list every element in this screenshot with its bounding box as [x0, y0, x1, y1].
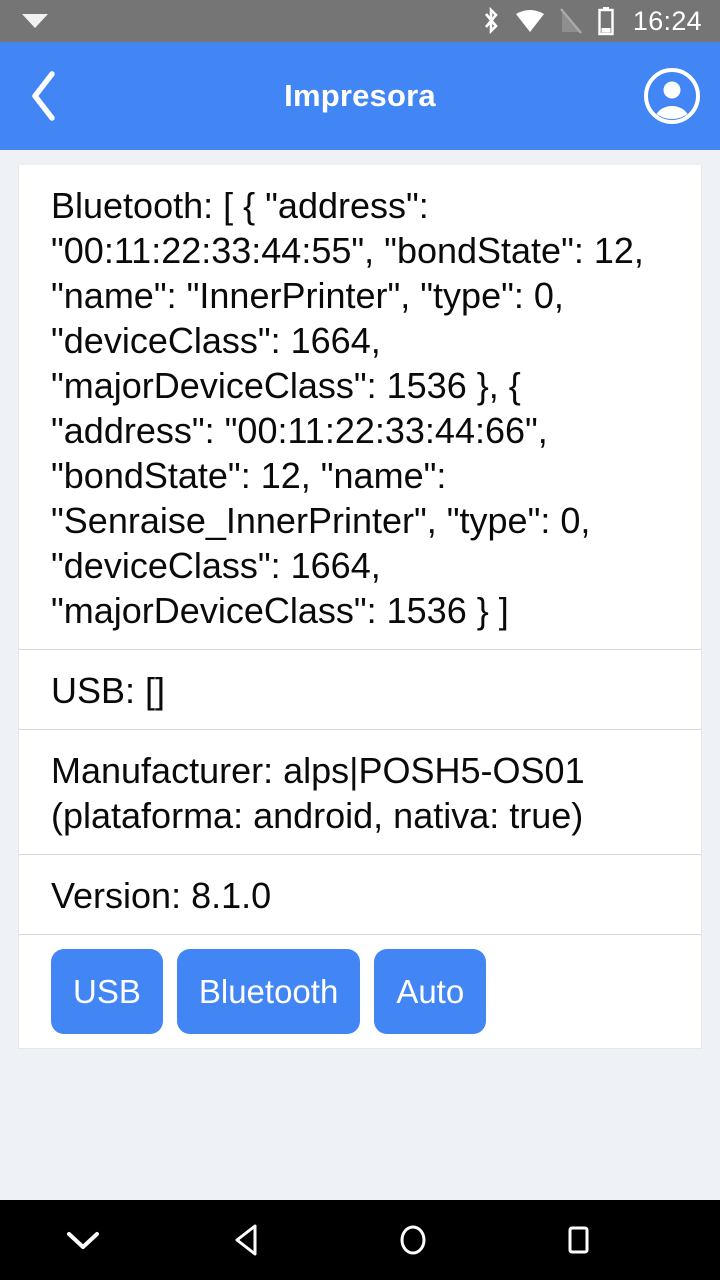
chevron-left-icon	[32, 71, 55, 121]
content-area[interactable]: Bluetooth: [ { "address": "00:11:22:33:4…	[0, 150, 720, 1200]
status-bar-right: 16:24	[481, 6, 720, 37]
signal-off-icon	[559, 7, 583, 35]
printer-info-card: Bluetooth: [ { "address": "00:11:22:33:4…	[18, 165, 702, 1049]
status-bar-clock: 16:24	[632, 5, 702, 36]
circle-home-icon	[400, 1225, 425, 1255]
section-manufacturer: Manufacturer: alps|POSH5-OS01 (plataform…	[19, 729, 701, 854]
back-button[interactable]	[0, 42, 86, 150]
usb-button[interactable]: USB	[51, 949, 163, 1034]
section-bluetooth: Bluetooth: [ { "address": "00:11:22:33:4…	[19, 165, 701, 649]
status-bar-left	[0, 14, 48, 28]
usb-info-text: USB: []	[51, 670, 166, 711]
chevron-down-icon	[66, 1232, 99, 1249]
account-circle-icon	[644, 68, 700, 124]
section-version: Version: 8.1.0	[19, 854, 701, 934]
square-recents-icon	[568, 1226, 588, 1254]
device-screen: 16:24 Impresora Bluetooth: [ { "address"…	[0, 0, 720, 1280]
triangle-back-icon	[235, 1224, 256, 1256]
bluetooth-icon	[481, 6, 501, 36]
bluetooth-button[interactable]: Bluetooth	[176, 949, 361, 1034]
version-info-text: Version: 8.1.0	[51, 875, 272, 916]
app-bar: Impresora	[0, 42, 720, 150]
action-button-row: USB Bluetooth Auto	[19, 934, 701, 1048]
nav-back-button[interactable]	[165, 1200, 330, 1280]
auto-button[interactable]: Auto	[374, 949, 487, 1034]
wifi-icon	[515, 8, 545, 34]
page-title: Impresora	[284, 78, 436, 113]
hide-keyboard-button[interactable]	[0, 1200, 165, 1280]
nav-home-button[interactable]	[330, 1200, 495, 1280]
section-usb: USB: []	[19, 649, 701, 729]
account-button[interactable]	[624, 42, 720, 150]
battery-icon	[597, 6, 615, 36]
manufacturer-info-text: Manufacturer: alps|POSH5-OS01 (plataform…	[51, 750, 595, 836]
nav-recents-button[interactable]	[495, 1200, 660, 1280]
navigation-bar	[0, 1200, 720, 1280]
caret-down-icon	[22, 14, 48, 28]
bluetooth-info-text: Bluetooth: [ { "address": "00:11:22:33:4…	[51, 185, 654, 631]
status-bar: 16:24	[0, 0, 720, 42]
